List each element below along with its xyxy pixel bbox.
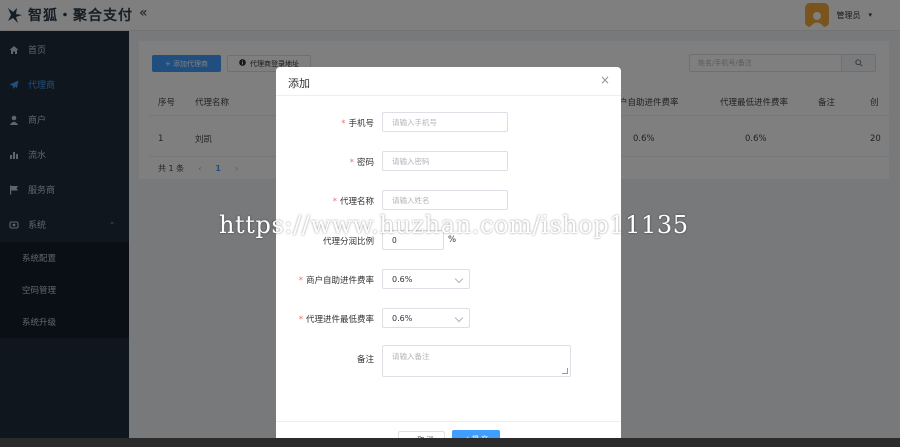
required-mark: * — [332, 197, 337, 207]
agent-name-input[interactable] — [382, 190, 508, 210]
dialog-footer-divider — [276, 421, 621, 422]
agent-min-rate-select[interactable]: 0.6% — [382, 308, 470, 328]
taskbar-strip — [0, 438, 900, 447]
resize-handle-icon[interactable] — [562, 368, 568, 374]
agent-min-rate-label: * 代理进件最低费率 — [298, 315, 374, 325]
remark-label: 备注 — [356, 355, 374, 365]
agent-min-rate-value: 0.6% — [392, 313, 413, 323]
required-mark: * — [349, 158, 354, 168]
merchant-rate-select[interactable]: 0.6% — [382, 269, 470, 289]
merchant-rate-value: 0.6% — [392, 274, 413, 284]
chevron-down-icon — [454, 274, 464, 284]
merchant-rate-label: * 商户自助进件费率 — [298, 276, 374, 286]
password-label: * 密码 — [349, 158, 374, 168]
dialog-title: 添加 — [288, 77, 310, 90]
required-mark: * — [298, 276, 303, 286]
required-mark: * — [341, 119, 346, 129]
agent-name-label: * 代理名称 — [332, 197, 374, 207]
chevron-down-icon — [454, 313, 464, 323]
phone-label: * 手机号 — [341, 119, 374, 129]
dialog-divider — [276, 95, 621, 96]
close-icon[interactable]: × — [600, 73, 610, 87]
add-agent-dialog: 添加 × *手机号 *密码 *代理名称 代理分润比例 % *商户自助进件费率 0… — [276, 67, 621, 447]
required-mark: * — [298, 315, 303, 325]
remark-textarea[interactable] — [382, 345, 571, 377]
phone-input[interactable] — [382, 112, 508, 132]
password-input[interactable] — [382, 151, 508, 171]
watermark-text: https://www.huzhan.com/ishop11135 — [219, 211, 689, 239]
